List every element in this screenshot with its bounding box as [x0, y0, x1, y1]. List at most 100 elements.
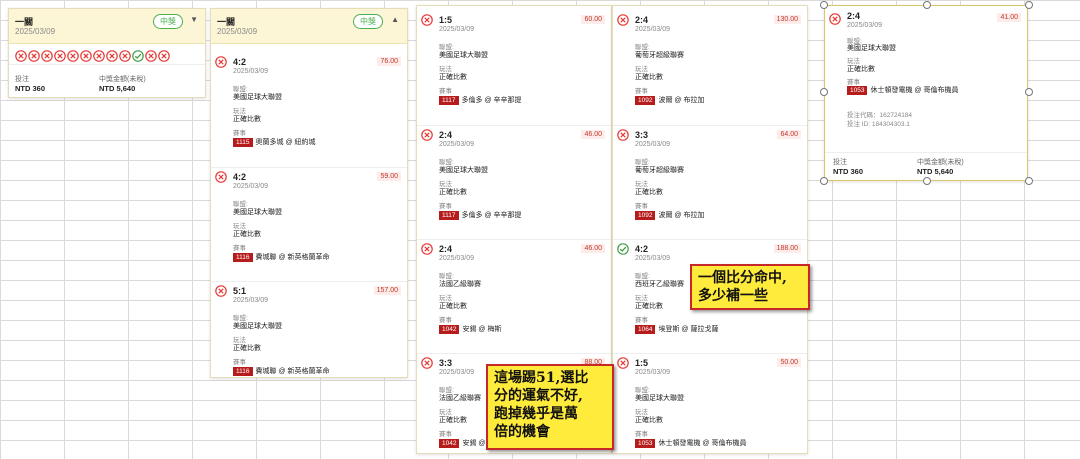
event-label: 賽事	[635, 317, 648, 324]
lose-x-icon	[421, 13, 433, 26]
resize-handle-tl[interactable]	[820, 1, 828, 9]
result-icons-row	[15, 46, 171, 64]
score: 4:2	[233, 172, 247, 182]
play-value: 正確比數	[635, 74, 663, 81]
lose-x-icon	[54, 49, 66, 62]
bet-id: 投注 ID: 184304303.1	[847, 121, 910, 128]
odds: 59.00	[377, 172, 401, 181]
odds: 130.00	[773, 15, 801, 24]
stake-value: NTD 360	[833, 167, 864, 176]
selection-item: 3:3 2025/03/09 88.00 聯盟: 法國乙級聯賽 玩法 正確比數 賽事 1042 安…	[417, 353, 611, 448]
detail-header[interactable]: 一關 2025/03/09 中獎 ▲	[211, 9, 407, 44]
play-value: 正確比數	[635, 189, 663, 196]
summary-header[interactable]: 一關 2025/03/09 中獎 ▼	[9, 9, 205, 44]
league-value: 美國足球大聯盟	[233, 209, 282, 216]
bet-summary-card: 一關 2025/03/09 中獎 ▼ 投注 NTD 360 中獎金額(未稅) N…	[8, 8, 206, 98]
match-teams: 波爾 @ 布拉加	[658, 97, 705, 104]
odds: 50.00	[777, 358, 801, 367]
score: 3:3	[635, 130, 649, 140]
event-label: 賽事	[233, 359, 246, 366]
score: 1:5	[635, 358, 649, 368]
detail-date: 2025/03/09	[217, 27, 258, 36]
odds: 157.00	[373, 286, 401, 295]
event-row: 1053 休士頓發電機 @ 哥倫布機員	[635, 438, 746, 448]
league-value: 美國足球大聯盟	[233, 323, 282, 330]
play-value: 正確比數	[439, 74, 467, 81]
match-teams: 埃登斯 @ 薩拉戈薩	[658, 326, 719, 333]
event-label: 賽事	[439, 317, 452, 324]
resize-handle-t[interactable]	[923, 1, 931, 9]
league-value: 美國足球大聯盟	[847, 45, 896, 52]
event-label: 賽事	[233, 245, 246, 252]
lose-x-icon	[215, 55, 227, 68]
selection-item: 4:2 2025/03/09 59.00 聯盟: 美國足球大聯盟 玩法 正確比數 賽事 1116…	[211, 167, 407, 262]
league-value: 葡萄牙超級聯賽	[635, 52, 684, 59]
resize-handle-b[interactable]	[923, 177, 931, 185]
event-row: 1115 奧蘭多城 @ 紐約城	[233, 137, 316, 147]
chevron-down-icon[interactable]: ▼	[190, 15, 198, 24]
match-number: 1042	[439, 325, 460, 334]
resize-handle-bl[interactable]	[820, 177, 828, 185]
event-row: 1064 埃登斯 @ 薩拉戈薩	[635, 324, 718, 334]
lose-x-icon	[215, 170, 227, 183]
event-row: 1092 波爾 @ 布拉加	[635, 210, 704, 220]
event-row: 1117 多倫多 @ 辛辛那提	[439, 95, 522, 105]
odds: 41.00	[997, 13, 1021, 22]
score: 3:3	[439, 358, 453, 368]
lose-x-icon	[421, 242, 433, 255]
play-value: 正確比數	[439, 417, 467, 424]
score: 1:5	[439, 15, 453, 25]
match-teams: 安錫 @ 梅斯	[462, 326, 502, 333]
date: 2025/03/09	[635, 141, 671, 148]
lose-x-icon	[80, 49, 92, 62]
resize-handle-br[interactable]	[1025, 177, 1033, 185]
match-number: 1053	[847, 86, 868, 95]
lose-x-icon	[67, 49, 79, 62]
date: 2025/03/09	[635, 255, 671, 262]
lose-x-icon	[617, 128, 629, 141]
odds: 64.00	[777, 130, 801, 139]
match-number: 1116	[233, 253, 253, 262]
match-number: 1042	[439, 439, 460, 448]
chevron-up-icon[interactable]: ▲	[391, 15, 399, 24]
play-value: 正確比數	[635, 417, 663, 424]
match-teams: 多倫多 @ 辛辛那提	[461, 97, 522, 104]
stake-label: 投注	[833, 159, 847, 166]
play-value: 正確比數	[233, 345, 261, 352]
selection-item: 2:4 2025/03/09 46.00 聯盟: 法國乙級聯賽 玩法 正確比數 賽事 1042 安…	[417, 239, 611, 334]
match-teams: 多倫多 @ 辛辛那提	[461, 212, 522, 219]
score: 2:4	[439, 130, 453, 140]
payout-label: 中獎金額(未稅)	[917, 159, 964, 166]
match-teams: 費城聯 @ 新英格蘭革命	[255, 254, 330, 261]
resize-handle-r[interactable]	[1025, 88, 1033, 96]
match-number: 1053	[635, 439, 656, 448]
summary-date: 2025/03/09	[15, 27, 56, 36]
payout-value: NTD 5,640	[99, 84, 136, 93]
date: 2025/03/09	[439, 369, 475, 376]
match-number: 1116	[233, 367, 253, 376]
selections-column-3: 2:4 2025/03/09 130.00 聯盟: 葡萄牙超級聯賽 玩法 正確比數 賽事 109…	[612, 5, 808, 454]
lose-x-icon	[28, 49, 40, 62]
score: 2:4	[847, 11, 861, 21]
lose-x-icon	[617, 356, 629, 369]
date: 2025/03/09	[635, 26, 671, 33]
stake-value: NTD 360	[15, 84, 46, 93]
match-teams: 休士頓發電機 @ 哥倫布機員	[870, 87, 959, 94]
score: 2:4	[439, 244, 453, 254]
match-number: 1115	[233, 138, 253, 147]
lose-x-icon	[829, 13, 841, 25]
score: 4:2	[635, 244, 649, 254]
event-label: 賽事	[233, 130, 246, 137]
selected-bet-card[interactable]: 2:4 2025/03/09 41.00 聯盟: 美國足球大聯盟 玩法 正確比數…	[824, 5, 1028, 181]
lose-x-icon	[145, 49, 157, 62]
league-value: 美國足球大聯盟	[439, 167, 488, 174]
event-label: 賽事	[439, 431, 452, 438]
resize-handle-l[interactable]	[820, 88, 828, 96]
score: 5:1	[233, 286, 247, 296]
play-value: 正確比數	[439, 303, 467, 310]
resize-handle-tr[interactable]	[1025, 1, 1033, 9]
play-value: 正確比數	[233, 116, 261, 123]
date: 2025/03/09	[233, 68, 269, 75]
lose-x-icon	[158, 49, 170, 62]
play-value: 正確比數	[233, 231, 261, 238]
